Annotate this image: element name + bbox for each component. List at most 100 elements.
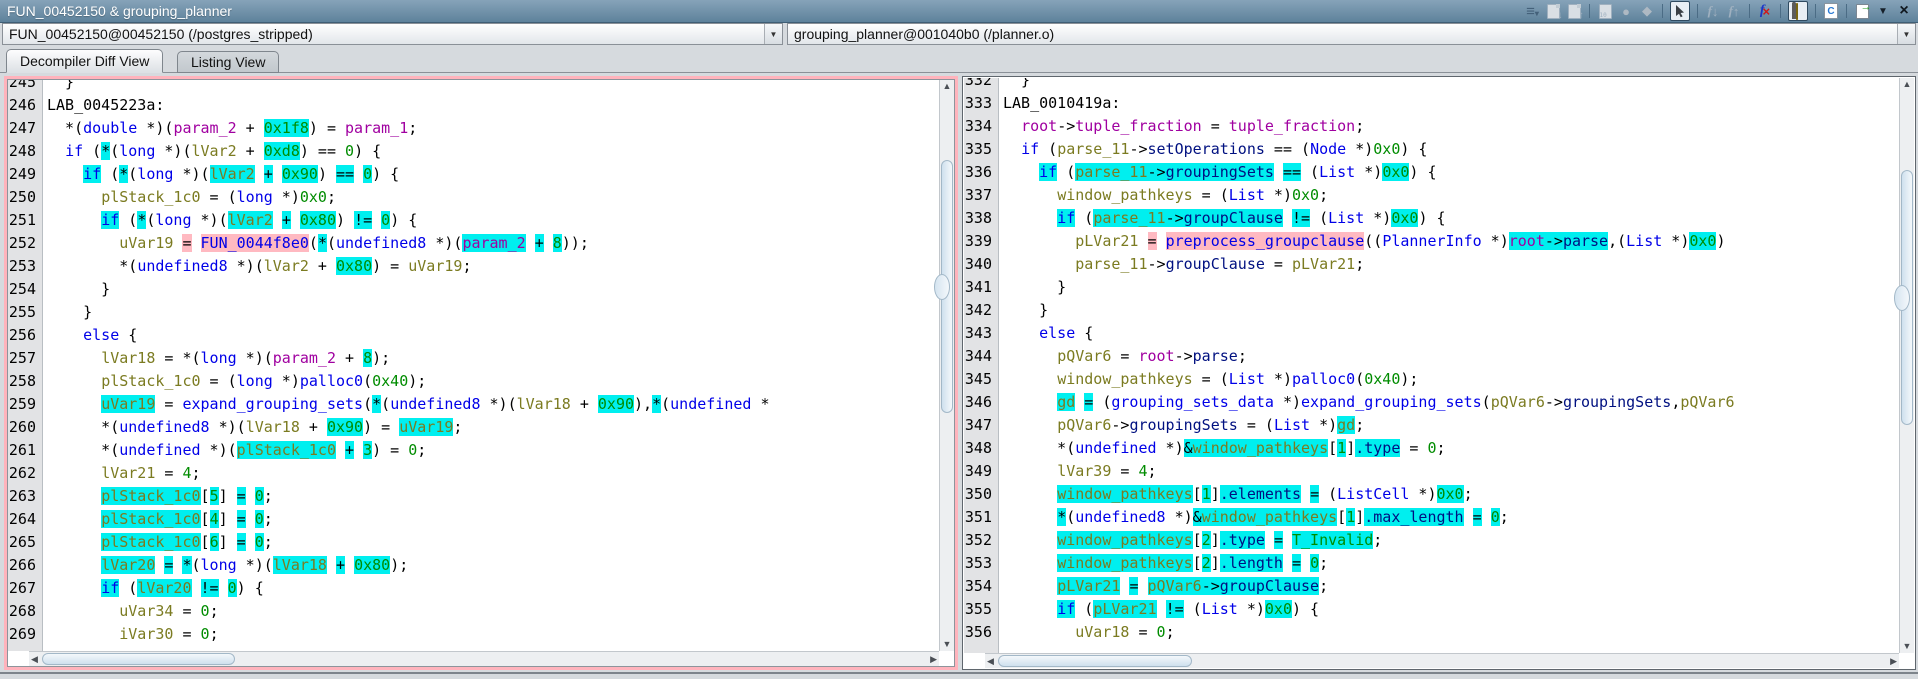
scroll-down-icon[interactable]: ▼ xyxy=(940,638,954,651)
vertical-scrollbar[interactable]: ▲ ▼ xyxy=(939,80,954,651)
code-line[interactable]: 262 lVar21 = 4; xyxy=(8,462,939,485)
code-line[interactable]: 256 else { xyxy=(8,324,939,347)
code-line[interactable]: 257 lVar18 = *(long *)(param_2 + 8); xyxy=(8,347,939,370)
code-line[interactable]: 263 plStack_1c0[5] = 0; xyxy=(8,485,939,508)
code-line[interactable]: 350 window_pathkeys[1].elements = (ListC… xyxy=(964,483,1899,506)
code-text: if (*(long *)(lVar2 + 0xd8) == 0) { xyxy=(42,142,381,160)
code-line[interactable]: 265 plStack_1c0[6] = 0; xyxy=(8,531,939,554)
left-selector-dropdown-icon[interactable]: ▼ xyxy=(764,24,782,44)
scroll-right-icon[interactable]: ▶ xyxy=(1890,654,1897,668)
code-line[interactable]: 258 plStack_1c0 = (long *)palloc0(0x40); xyxy=(8,370,939,393)
code-line[interactable]: 246LAB_0045223a: xyxy=(8,94,939,117)
code-line[interactable]: 347 pQVar6->groupingSets = (List *)gd; xyxy=(964,414,1899,437)
code-line[interactable]: 340 parse_11->groupClause = pLVar21; xyxy=(964,253,1899,276)
code-line[interactable]: 267 if (lVar20 != 0) { xyxy=(8,577,939,600)
code-line[interactable]: 253 *(undefined8 *)(lVar2 + 0x80) = uVar… xyxy=(8,255,939,278)
code-line[interactable]: 351 *(undefined8 *)&window_pathkeys[1].m… xyxy=(964,506,1899,529)
code-line[interactable]: 266 lVar20 = *(long *)(lVar18 + 0x80); xyxy=(8,554,939,577)
code-line[interactable]: 349 lVar39 = 4; xyxy=(964,460,1899,483)
code-line[interactable]: 334 root->tuple_fraction = tuple_fractio… xyxy=(964,115,1899,138)
line-number: 264 xyxy=(8,508,42,531)
code-line[interactable]: 352 window_pathkeys[2].type = T_Invalid; xyxy=(964,529,1899,552)
code-line[interactable]: 339 pLVar21 = preprocess_groupclause((Pl… xyxy=(964,230,1899,253)
horizontal-scrollbar-thumb[interactable] xyxy=(42,653,235,665)
titlebar-toolbar: ≡▾ ↓ ↑ 1001 ● ◆ f↓ f↑ f× C → ▼ × xyxy=(1524,1,1918,21)
right-function-selector[interactable]: grouping_planner@001040b0 (/planner.o) ▼ xyxy=(787,23,1916,45)
code-line[interactable]: 264 plStack_1c0[4] = 0; xyxy=(8,508,939,531)
code-text: } xyxy=(998,278,1066,296)
toolbar-dropdown-arrow-icon[interactable]: ▼ xyxy=(1875,2,1891,20)
code-line[interactable]: 248 if (*(long *)(lVar2 + 0xd8) == 0) { xyxy=(8,140,939,163)
code-line[interactable]: 255 } xyxy=(8,301,939,324)
code-line[interactable]: 341 } xyxy=(964,276,1899,299)
code-line[interactable]: 333LAB_0010419a: xyxy=(964,92,1899,115)
code-text: *(double *)(param_2 + 0x1f8) = param_1; xyxy=(42,119,417,137)
code-line[interactable]: 250 plStack_1c0 = (long *)0x0; xyxy=(8,186,939,209)
code-line[interactable]: 338 if (parse_11->groupClause != (List *… xyxy=(964,207,1899,230)
code-line[interactable]: 259 uVar19 = expand_grouping_sets(*(unde… xyxy=(8,393,939,416)
code-line[interactable]: 261 *(undefined *)(plStack_1c0 + 3) = 0; xyxy=(8,439,939,462)
scroll-down-icon[interactable]: ▼ xyxy=(1900,640,1914,653)
right-selector-dropdown-icon[interactable]: ▼ xyxy=(1897,24,1915,44)
code-line[interactable]: 247 *(double *)(param_2 + 0x1f8) = param… xyxy=(8,117,939,140)
vertical-scrollbar-thumb[interactable] xyxy=(1901,170,1913,425)
vertical-scrollbar-thumb[interactable] xyxy=(941,160,953,413)
view-options-menu-icon[interactable]: ≡▾ xyxy=(1524,2,1540,20)
code-line[interactable]: 348 *(undefined *)&window_pathkeys[1].ty… xyxy=(964,437,1899,460)
code-line[interactable]: 355 if (pLVar21 != (List *)0x0) { xyxy=(964,598,1899,621)
code-line[interactable]: 268 uVar34 = 0; xyxy=(8,600,939,623)
code-line[interactable]: 251 if (*(long *)(lVar2 + 0x80) != 0) { xyxy=(8,209,939,232)
code-line[interactable]: 335 if (parse_11->setOperations == (Node… xyxy=(964,138,1899,161)
scrollbar-grip[interactable] xyxy=(934,274,950,300)
code-line[interactable]: 346 gd = (grouping_sets_data *)expand_gr… xyxy=(964,391,1899,414)
code-line[interactable]: 249 if (*(long *)(lVar2 + 0x90) == 0) { xyxy=(8,163,939,186)
scroll-left-icon[interactable]: ◀ xyxy=(31,652,38,666)
scroll-right-icon[interactable]: ▶ xyxy=(930,652,937,666)
scroll-left-icon[interactable]: ◀ xyxy=(987,654,994,668)
line-number: 268 xyxy=(8,600,42,623)
close-icon[interactable]: × xyxy=(1896,2,1912,20)
code-line[interactable]: 353 window_pathkeys[2].length = 0; xyxy=(964,552,1899,575)
code-line[interactable]: 336 if (parse_11->groupingSets == (List … xyxy=(964,161,1899,184)
code-text: } xyxy=(42,80,74,91)
code-line[interactable]: 252 uVar19 = FUN_0044f8e0(*(undefined8 *… xyxy=(8,232,939,255)
code-line[interactable]: 254 } xyxy=(8,278,939,301)
scrollbar-grip[interactable] xyxy=(1894,285,1910,311)
horizontal-scrollbar[interactable]: ◀ ▶ xyxy=(29,651,939,666)
code-line[interactable]: 345 window_pathkeys = (List *)palloc0(0x… xyxy=(964,368,1899,391)
lock-scroll-icon[interactable] xyxy=(1788,1,1808,21)
code-line[interactable]: 260 *(undefined8 *)(lVar18 + 0x90) = uVa… xyxy=(8,416,939,439)
code-line[interactable]: 337 window_pathkeys = (List *)0x0; xyxy=(964,184,1899,207)
code-line[interactable]: 354 pLVar21 = pQVar6->groupClause; xyxy=(964,575,1899,598)
left-function-selector[interactable]: FUN_00452150@00452150 (/postgres_strippe… xyxy=(2,23,783,45)
toolbar-separator xyxy=(1662,4,1663,18)
line-number: 260 xyxy=(8,416,42,439)
code-line[interactable]: 269 iVar30 = 0; xyxy=(8,623,939,646)
line-number: 341 xyxy=(964,276,998,299)
tab-decompiler-diff-view[interactable]: Decompiler Diff View xyxy=(6,49,163,73)
cursor-select-icon[interactable] xyxy=(1670,1,1690,21)
tab-label: Decompiler Diff View xyxy=(20,53,149,69)
tab-listing-view[interactable]: Listing View xyxy=(177,51,279,73)
vertical-scrollbar[interactable]: ▲ ▼ xyxy=(1899,78,1914,653)
code-line[interactable]: 344 pQVar6 = root->parse; xyxy=(964,345,1899,368)
line-number: 332 xyxy=(964,78,998,92)
scroll-up-icon[interactable]: ▲ xyxy=(1900,78,1914,91)
horizontal-scrollbar-thumb[interactable] xyxy=(998,655,1192,667)
code-area-right[interactable]: 332 }333LAB_0010419a:334 root->tuple_fra… xyxy=(964,78,1899,653)
remove-function-match-icon[interactable]: f× xyxy=(1757,2,1773,20)
right-function-selector-value: grouping_planner@001040b0 (/planner.o) xyxy=(788,26,1897,42)
function-selector-row: FUN_00452150@00452150 (/postgres_strippe… xyxy=(0,23,1918,47)
c-source-icon[interactable]: C xyxy=(1823,2,1839,20)
code-line[interactable]: 332 } xyxy=(964,78,1899,92)
horizontal-scrollbar[interactable]: ◀ ▶ xyxy=(985,653,1899,668)
scroll-up-icon[interactable]: ▲ xyxy=(940,80,954,93)
code-text: *(undefined8 *)(lVar2 + 0x80) = uVar19; xyxy=(42,257,471,275)
new-snapshot-icon[interactable]: → xyxy=(1854,2,1870,20)
code-area-left[interactable]: 245 }246LAB_0045223a:247 *(double *)(par… xyxy=(8,80,939,651)
code-line[interactable]: 356 uVar18 = 0; xyxy=(964,621,1899,644)
line-number: 265 xyxy=(8,531,42,554)
code-line[interactable]: 245 } xyxy=(8,80,939,94)
code-line[interactable]: 342 } xyxy=(964,299,1899,322)
code-line[interactable]: 343 else { xyxy=(964,322,1899,345)
